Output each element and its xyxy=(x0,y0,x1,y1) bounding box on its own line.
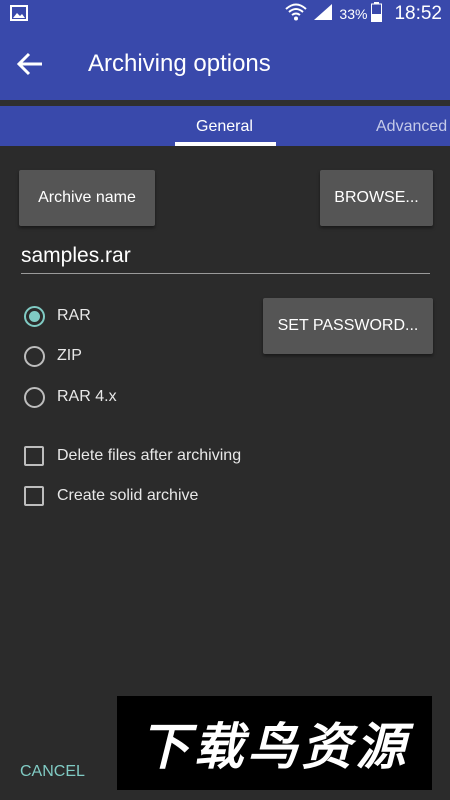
signal-icon xyxy=(313,3,333,26)
archiving-options-screen: 33% 18:52 Archiving options General Adva… xyxy=(0,0,450,800)
radio-button[interactable] xyxy=(24,345,45,367)
option-label: Create solid archive xyxy=(57,487,199,504)
format-label: RAR 4.x xyxy=(57,388,117,405)
battery-percent: 33% xyxy=(339,6,368,22)
format-label: RAR xyxy=(57,307,91,324)
format-radio-zip[interactable]: ZIP xyxy=(24,343,82,369)
set-password-button[interactable]: SET PASSWORD... xyxy=(263,298,433,354)
format-label: ZIP xyxy=(57,347,82,364)
app-bar: Archiving options xyxy=(0,28,450,100)
browse-button[interactable]: BROWSE... xyxy=(320,170,433,226)
watermark-text: 下载鸟资源 xyxy=(139,718,410,776)
radio-button-checked[interactable] xyxy=(24,305,45,327)
radio-button[interactable] xyxy=(24,386,45,408)
checkbox[interactable] xyxy=(24,446,44,466)
format-radio-rar[interactable]: RAR xyxy=(24,303,91,329)
tab-advanced[interactable]: Advanced xyxy=(376,118,447,136)
page-title: Archiving options xyxy=(88,50,271,77)
status-icons: 33% 18:52 xyxy=(285,0,442,28)
battery-icon xyxy=(371,1,383,27)
checkbox[interactable] xyxy=(24,486,44,506)
tab-indicator xyxy=(175,142,276,146)
solid-archive-option[interactable]: Create solid archive xyxy=(24,483,198,509)
back-arrow-icon xyxy=(16,52,46,82)
status-bar: 33% 18:52 xyxy=(0,0,450,28)
back-button[interactable] xyxy=(16,50,46,78)
image-icon xyxy=(10,5,28,21)
wifi-icon xyxy=(285,2,308,27)
cancel-button[interactable]: CANCEL xyxy=(20,763,85,781)
archive-name-input[interactable] xyxy=(21,242,430,274)
archive-name-button[interactable]: Archive name xyxy=(19,170,155,226)
watermark: 下载鸟资源 xyxy=(117,696,432,790)
option-label: Delete files after archiving xyxy=(57,447,242,464)
delete-files-option[interactable]: Delete files after archiving xyxy=(24,443,241,469)
tab-general[interactable]: General xyxy=(196,118,253,136)
format-radio-rar4[interactable]: RAR 4.x xyxy=(24,384,117,410)
clock: 18:52 xyxy=(394,3,442,24)
tab-bar: General Advanced xyxy=(0,106,450,146)
